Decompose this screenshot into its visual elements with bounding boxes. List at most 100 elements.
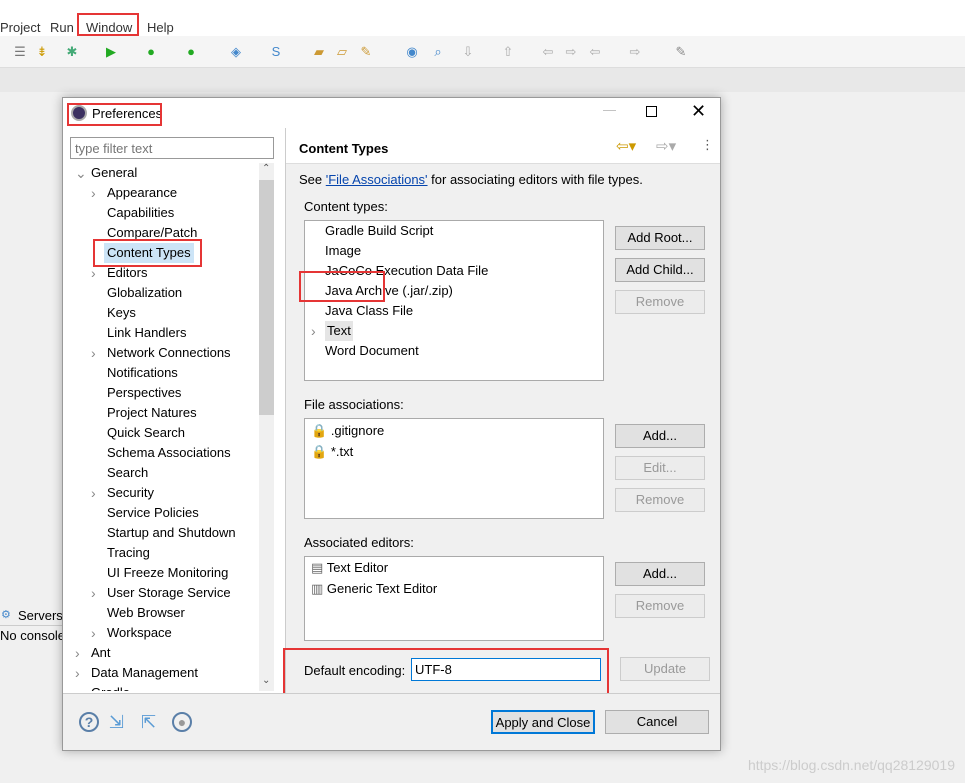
tree-item[interactable]: Notifications bbox=[107, 363, 178, 383]
menu-help[interactable]: Help bbox=[147, 20, 174, 35]
associated-editors-list[interactable]: ▤ Text Editor ▥ Generic Text Editor bbox=[304, 556, 604, 641]
chevron-down-icon[interactable]: ⌄ bbox=[75, 163, 87, 183]
export-icon[interactable]: ⇱ bbox=[141, 712, 156, 733]
list-item[interactable]: *.txt bbox=[331, 444, 353, 459]
tree-item[interactable]: Perspectives bbox=[107, 383, 181, 403]
tree-item[interactable]: Capabilities bbox=[107, 203, 174, 223]
tree-item[interactable]: Quick Search bbox=[107, 423, 185, 443]
close-button[interactable]: ✕ bbox=[691, 101, 706, 122]
chevron-right-icon[interactable]: › bbox=[91, 483, 96, 503]
add-file-association-button[interactable]: Add... bbox=[615, 424, 705, 448]
menu-run[interactable]: Run bbox=[50, 20, 74, 35]
file-associations-list[interactable]: 🔒 .gitignore 🔒 *.txt bbox=[304, 418, 604, 519]
file-associations-label: File associations: bbox=[304, 397, 404, 412]
scroll-down-icon[interactable]: ⌄ bbox=[262, 675, 270, 686]
update-button[interactable]: Update bbox=[620, 657, 710, 681]
cancel-button[interactable]: Cancel bbox=[605, 710, 709, 734]
remove-content-type-button[interactable]: Remove bbox=[615, 290, 705, 314]
list-item[interactable]: Generic Text Editor bbox=[327, 581, 437, 596]
search-icon[interactable]: ⌕ bbox=[430, 44, 446, 60]
tree-item[interactable]: Link Handlers bbox=[107, 323, 187, 343]
content-type-item[interactable]: Java Class File bbox=[325, 301, 413, 321]
file-associations-link[interactable]: 'File Associations' bbox=[326, 172, 428, 187]
minimize-button[interactable]: — bbox=[603, 102, 616, 117]
back-icon[interactable]: ⇦ bbox=[587, 44, 603, 60]
tree-item[interactable]: Data Management bbox=[91, 663, 198, 683]
scroll-up-icon[interactable]: ⌃ bbox=[262, 163, 270, 174]
next-annotation-icon[interactable]: ⇩ bbox=[460, 44, 476, 60]
tree-item-label: Ant bbox=[91, 645, 111, 660]
open-task-icon[interactable]: ▱ bbox=[334, 44, 350, 60]
tree-item[interactable]: Keys bbox=[107, 303, 136, 323]
pen-icon[interactable]: ✎ bbox=[358, 44, 374, 60]
tree-item[interactable]: Search bbox=[107, 463, 148, 483]
pin-editor-icon[interactable]: ✎ bbox=[673, 44, 689, 60]
servers-tab[interactable]: ⚙ Servers bbox=[0, 604, 63, 626]
next-edit-icon[interactable]: ⇨ bbox=[563, 44, 579, 60]
maximize-button[interactable] bbox=[646, 106, 657, 117]
add-root-button[interactable]: Add Root... bbox=[615, 226, 705, 250]
add-editor-button[interactable]: Add... bbox=[615, 562, 705, 586]
add-child-button[interactable]: Add Child... bbox=[615, 258, 705, 282]
tree-item[interactable]: Startup and Shutdown bbox=[107, 523, 236, 543]
toolbar-icon[interactable]: ⇟ bbox=[34, 44, 50, 60]
remove-file-association-button[interactable]: Remove bbox=[615, 488, 705, 512]
content-type-item[interactable]: Image bbox=[325, 241, 361, 261]
coverage-icon[interactable]: ● bbox=[143, 44, 159, 60]
chevron-right-icon[interactable]: › bbox=[75, 663, 80, 683]
tree-item[interactable]: Globalization bbox=[107, 283, 182, 303]
record-icon[interactable]: ● bbox=[172, 712, 192, 732]
filter-input[interactable] bbox=[70, 137, 274, 159]
content-type-item[interactable]: Gradle Build Script bbox=[325, 221, 433, 241]
chevron-right-icon[interactable]: › bbox=[75, 643, 80, 663]
chevron-right-icon[interactable]: › bbox=[91, 343, 96, 363]
tree-item[interactable]: Gradle bbox=[91, 683, 130, 691]
tree-item[interactable]: Service Policies bbox=[107, 503, 199, 523]
tree-item[interactable]: Ant bbox=[91, 643, 111, 663]
tree-item[interactable]: Web Browser bbox=[107, 603, 185, 623]
new-class-icon[interactable]: S bbox=[268, 44, 284, 60]
open-folder-icon[interactable]: ▰ bbox=[311, 44, 327, 60]
prev-annotation-icon[interactable]: ⇧ bbox=[500, 44, 516, 60]
remove-editor-button[interactable]: Remove bbox=[615, 594, 705, 618]
tree-scrollbar[interactable]: ⌃ ⌄ bbox=[259, 163, 274, 691]
tree-item[interactable]: Security bbox=[107, 483, 154, 503]
globe-icon[interactable]: ◉ bbox=[404, 44, 420, 60]
chevron-right-icon[interactable]: › bbox=[91, 623, 96, 643]
tree-item[interactable]: Project Natures bbox=[107, 403, 197, 423]
tree-item[interactable]: Workspace bbox=[107, 623, 172, 643]
toolbar-icon[interactable]: ☰ bbox=[12, 44, 28, 60]
chevron-right-icon[interactable]: › bbox=[91, 583, 96, 603]
import-icon[interactable]: ⇲ bbox=[109, 712, 124, 733]
last-edit-icon[interactable]: ⇦ bbox=[540, 44, 556, 60]
tree-item[interactable]: Tracing bbox=[107, 543, 150, 563]
forward-icon[interactable]: ⇨ bbox=[627, 44, 643, 60]
chevron-right-icon[interactable]: › bbox=[75, 683, 80, 691]
list-item[interactable]: Text Editor bbox=[327, 560, 388, 575]
new-server-icon[interactable]: ◈ bbox=[228, 44, 244, 60]
preferences-dialog: Preferences — ✕ ⌄General›AppearanceCapab… bbox=[62, 97, 721, 751]
tree-item[interactable]: Schema Associations bbox=[107, 443, 231, 463]
tree-item[interactable]: User Storage Service bbox=[107, 583, 231, 603]
menu-icon[interactable]: ⋮ bbox=[701, 137, 714, 153]
back-icon[interactable]: ⇦▾ bbox=[616, 137, 636, 155]
run-icon[interactable]: ▶ bbox=[103, 44, 119, 60]
content-type-label: Gradle Build Script bbox=[325, 223, 434, 238]
apply-and-close-button[interactable]: Apply and Close bbox=[491, 710, 595, 734]
menu-project[interactable]: Project bbox=[0, 20, 40, 35]
forward-icon[interactable]: ⇨▾ bbox=[656, 137, 676, 155]
chevron-right-icon[interactable]: › bbox=[91, 183, 96, 203]
scrollbar-thumb[interactable] bbox=[259, 180, 274, 415]
tree-item[interactable]: General bbox=[91, 163, 137, 183]
content-type-item[interactable]: Word Document bbox=[325, 341, 419, 361]
tree-item[interactable]: Appearance bbox=[107, 183, 177, 203]
tree-item[interactable]: Network Connections bbox=[107, 343, 231, 363]
external-tools-icon[interactable]: ● bbox=[183, 44, 199, 60]
help-icon[interactable]: ? bbox=[79, 712, 99, 732]
chevron-right-icon[interactable]: › bbox=[311, 321, 316, 341]
debug-icon[interactable]: ✱ bbox=[64, 44, 80, 60]
content-type-item[interactable]: › Text bbox=[311, 321, 353, 341]
list-item[interactable]: .gitignore bbox=[331, 423, 384, 438]
tree-item[interactable]: UI Freeze Monitoring bbox=[107, 563, 228, 583]
edit-file-association-button[interactable]: Edit... bbox=[615, 456, 705, 480]
